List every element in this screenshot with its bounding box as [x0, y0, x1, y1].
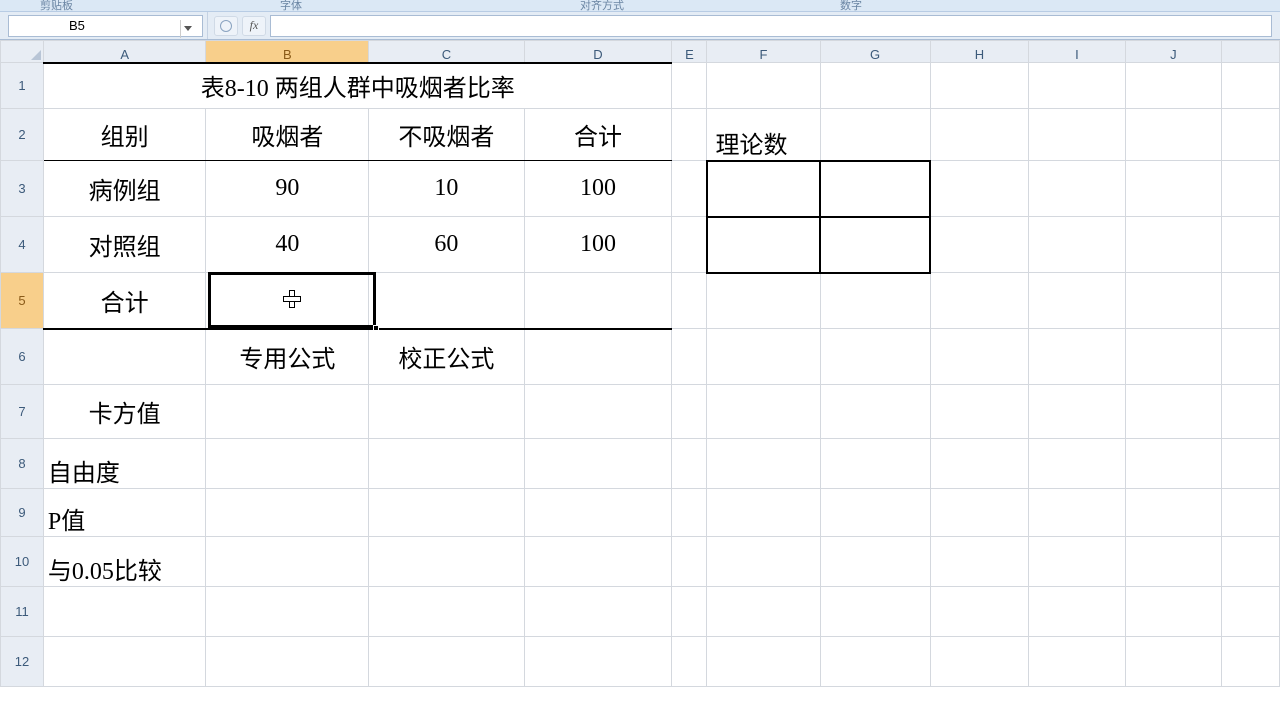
row-header-6[interactable]: 6	[1, 329, 44, 385]
cell-B6[interactable]: 专用公式	[206, 339, 368, 374]
ribbon-group-font: 字体	[280, 0, 302, 13]
col-header-E[interactable]: E	[672, 41, 707, 63]
fx-icon: fx	[250, 18, 259, 33]
cell-C6[interactable]: 校正公式	[369, 339, 523, 374]
col-header-J[interactable]: J	[1125, 41, 1222, 63]
formula-refresh-button[interactable]	[214, 16, 238, 36]
circle-icon	[220, 20, 232, 32]
col-header-A[interactable]: A	[43, 41, 205, 63]
cell-A3[interactable]: 病例组	[44, 171, 205, 206]
row-header-4[interactable]: 4	[1, 217, 44, 273]
cell-A4[interactable]: 对照组	[44, 227, 205, 262]
cell-A7[interactable]: 卡方值	[44, 394, 205, 429]
cell-C4[interactable]: 60	[369, 231, 523, 258]
fill-handle[interactable]	[373, 325, 379, 331]
col-header-more[interactable]	[1222, 41, 1280, 63]
cell-A10[interactable]: 与0.05比较	[44, 551, 205, 586]
cell-A5[interactable]: 合计	[44, 283, 205, 318]
cell-D2[interactable]: 合计	[525, 117, 672, 152]
cell-A2[interactable]: 组别	[44, 117, 205, 152]
col-header-H[interactable]: H	[930, 41, 1029, 63]
insert-function-button[interactable]: fx	[242, 16, 266, 36]
formula-row: B5 fx	[0, 12, 1280, 40]
cell-D3[interactable]: 100	[525, 175, 672, 202]
row-header-8[interactable]: 8	[1, 439, 44, 489]
ribbon-strip: 剪贴板 字体 对齐方式 数字	[0, 0, 1280, 12]
row-header-7[interactable]: 7	[1, 385, 44, 439]
col-header-I[interactable]: I	[1029, 41, 1125, 63]
name-box[interactable]: B5	[8, 15, 203, 37]
ribbon-group-align: 对齐方式	[580, 0, 624, 13]
name-box-value: B5	[69, 18, 85, 33]
col-header-D[interactable]: D	[524, 41, 672, 63]
row-header-9[interactable]: 9	[1, 489, 44, 537]
cell-F2[interactable]: 理论数	[707, 125, 819, 160]
row-header-2[interactable]: 2	[1, 109, 44, 161]
col-header-B[interactable]: B	[206, 41, 369, 63]
cell-C3[interactable]: 10	[369, 175, 523, 202]
col-header-G[interactable]: G	[820, 41, 930, 63]
cell-A9[interactable]: P值	[44, 501, 205, 536]
col-header-C[interactable]: C	[369, 41, 524, 63]
cell-C2[interactable]: 不吸烟者	[369, 117, 523, 152]
formula-bar[interactable]	[270, 15, 1272, 37]
row-header-12[interactable]: 12	[1, 637, 44, 687]
ribbon-group-number: 数字	[840, 0, 862, 13]
cell-B2[interactable]: 吸烟者	[206, 117, 368, 152]
cell-A1-title[interactable]: 表8-10 两组人群中吸烟者比率	[44, 68, 672, 103]
row-header-5[interactable]: 5	[1, 273, 44, 329]
row-header-10[interactable]: 10	[1, 537, 44, 587]
spreadsheet-grid[interactable]: A B C D E F G H I J 1 表8-10 两组人群中吸烟者比率 2…	[0, 40, 1280, 687]
row-header-11[interactable]: 11	[1, 587, 44, 637]
cell-A8[interactable]: 自由度	[44, 453, 205, 488]
row-header-3[interactable]: 3	[1, 161, 44, 217]
select-all-corner[interactable]	[1, 41, 44, 63]
name-box-dropdown[interactable]	[180, 20, 194, 38]
cell-D4[interactable]: 100	[525, 231, 672, 258]
cell-B4[interactable]: 40	[206, 231, 368, 258]
row-header-1[interactable]: 1	[1, 63, 44, 109]
col-header-F[interactable]: F	[707, 41, 820, 63]
cell-B3[interactable]: 90	[206, 175, 368, 202]
